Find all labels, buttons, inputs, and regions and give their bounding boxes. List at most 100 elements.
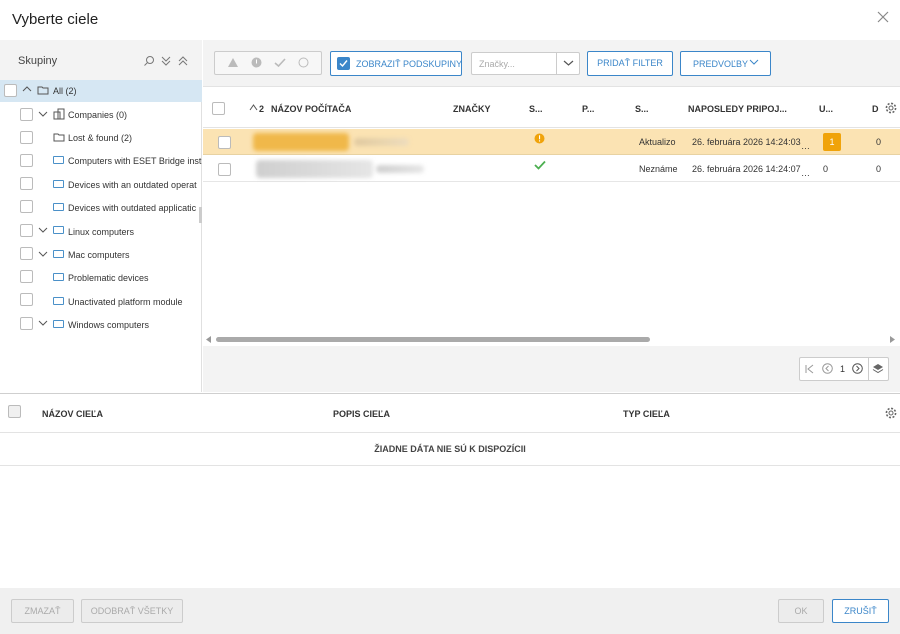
tree-item-label: Lost & found (2): [68, 133, 133, 143]
warning-status-icon: [534, 133, 545, 144]
ok-status-icon: [534, 160, 546, 170]
tree-checkbox[interactable]: [4, 84, 17, 97]
col-updates[interactable]: U...: [819, 104, 833, 114]
remove-all-button[interactable]: ODOBRAŤ VŠETKY: [81, 599, 183, 623]
close-icon[interactable]: [876, 10, 890, 24]
chevron-down-icon[interactable]: [38, 226, 48, 234]
show-subgroups-checkbox[interactable]: [337, 57, 350, 70]
tree-checkbox[interactable]: [20, 131, 33, 144]
tags-placeholder: Značky...: [479, 59, 515, 69]
error-filter-icon[interactable]: [251, 57, 262, 68]
row-checkbox[interactable]: [218, 136, 231, 149]
gear-icon[interactable]: [885, 407, 897, 419]
unknown-filter-icon[interactable]: [298, 57, 309, 68]
add-filter-button[interactable]: PRIDAŤ FILTER: [587, 51, 673, 76]
col-last-connected[interactable]: NAPOSLEDY PRIPOJ...: [688, 104, 787, 114]
tree-item-label: Problematic devices: [68, 273, 149, 283]
dynamic-group-icon: [53, 203, 64, 211]
tree-item-label: Linux computers: [68, 227, 135, 237]
select-all-checkbox[interactable]: [212, 102, 225, 115]
dynamic-group-icon: [53, 297, 64, 305]
row-checkbox[interactable]: [218, 163, 231, 176]
chevron-down-icon[interactable]: [38, 319, 48, 327]
expand-all-icon[interactable]: [160, 55, 172, 67]
select-divider: [556, 52, 557, 75]
folder-icon: [53, 133, 65, 142]
tree-item-label: All (2): [53, 86, 77, 96]
scroll-left-icon[interactable]: [206, 336, 212, 343]
tree-item-label: Companies (0): [68, 110, 128, 120]
dynamic-group-icon: [53, 226, 64, 234]
dialog-title: Vyberte ciele: [12, 11, 99, 28]
dynamic-group-icon: [53, 273, 64, 281]
col-status[interactable]: S...: [529, 104, 543, 114]
col-target-description[interactable]: POPIS CIEĽA: [333, 409, 390, 419]
dynamic-group-icon: [53, 320, 64, 328]
tree-scrollbar[interactable]: [199, 207, 202, 223]
gear-icon[interactable]: [885, 102, 897, 114]
tree-checkbox[interactable]: [20, 270, 33, 283]
presets-label: PREDVOĽBY: [693, 59, 749, 69]
first-page-icon[interactable]: [805, 364, 815, 374]
tree-checkbox[interactable]: [20, 200, 33, 213]
chevron-up-icon[interactable]: [22, 85, 32, 93]
d-value: 0: [876, 164, 882, 174]
targets-select-all[interactable]: [8, 405, 21, 418]
delete-button[interactable]: ZMAZAŤ: [11, 599, 74, 623]
col-target-name[interactable]: NÁZOV CIEĽA: [42, 409, 103, 419]
d-value: 0: [876, 137, 882, 147]
prev-page-icon[interactable]: [822, 363, 833, 374]
tree-checkbox[interactable]: [20, 177, 33, 190]
next-page-icon[interactable]: [852, 363, 863, 374]
tree-checkbox[interactable]: [20, 108, 33, 121]
chevron-down-icon[interactable]: [38, 110, 48, 118]
pager-bar: [203, 346, 900, 392]
warning-filter-icon[interactable]: [227, 57, 239, 68]
ok-filter-icon[interactable]: [274, 57, 286, 68]
col-s[interactable]: S...: [635, 104, 649, 114]
tree-item-label: Devices with outdated applicatic: [68, 203, 197, 213]
tree-item-label: Computers with ESET Bridge inst: [68, 156, 202, 166]
col-p[interactable]: P...: [582, 104, 594, 114]
tree-item-label: Mac computers: [68, 250, 130, 260]
dynamic-group-icon: [53, 250, 64, 258]
last-connected: 26. februára 2026 14:24:03: [692, 137, 801, 147]
computer-name-redacted: [256, 160, 373, 178]
col-computer-name[interactable]: NÁZOV POČÍTAČA: [271, 104, 351, 114]
current-page: 1: [840, 364, 846, 374]
chevron-down-icon: [749, 59, 759, 65]
tree-item-label: Devices with an outdated operat: [68, 180, 197, 190]
search-icon[interactable]: [143, 55, 155, 67]
col-tags[interactable]: ZNAČKY: [453, 104, 491, 114]
tree-checkbox[interactable]: [20, 317, 33, 330]
chevron-down-icon[interactable]: [38, 250, 48, 258]
show-subgroups-label: ZOBRAZIŤ PODSKUPINY: [356, 59, 463, 69]
dynamic-group-icon: [53, 156, 64, 164]
pager-divider: [868, 358, 869, 380]
horizontal-scrollbar[interactable]: [216, 337, 650, 342]
col-d[interactable]: D: [872, 104, 879, 114]
ok-button[interactable]: OK: [778, 599, 824, 623]
tree-item-label: Windows computers: [68, 320, 150, 330]
scroll-right-icon[interactable]: [889, 336, 895, 343]
ip-redacted: [354, 138, 409, 146]
ip-redacted: [376, 165, 424, 173]
chevron-down-icon[interactable]: [563, 59, 574, 67]
sort-asc-icon[interactable]: [249, 104, 258, 111]
col-target-type[interactable]: TYP CIEĽA: [623, 409, 670, 419]
layers-icon[interactable]: [872, 363, 884, 374]
dynamic-group-icon: [53, 180, 64, 188]
tree-item-label: Unactivated platform module: [68, 297, 183, 307]
groups-title: Skupiny: [18, 55, 58, 67]
tree-checkbox[interactable]: [20, 154, 33, 167]
tree-checkbox[interactable]: [20, 247, 33, 260]
tree-checkbox[interactable]: [20, 293, 33, 306]
sort-order: 2: [259, 104, 265, 114]
status-text: Neznáme: [639, 164, 678, 174]
targets-header: [0, 393, 900, 433]
folder-icon: [37, 86, 49, 95]
cancel-button[interactable]: ZRUŠIŤ: [832, 599, 889, 623]
company-icon: [53, 108, 65, 120]
tree-checkbox[interactable]: [20, 224, 33, 237]
collapse-all-icon[interactable]: [177, 55, 189, 67]
